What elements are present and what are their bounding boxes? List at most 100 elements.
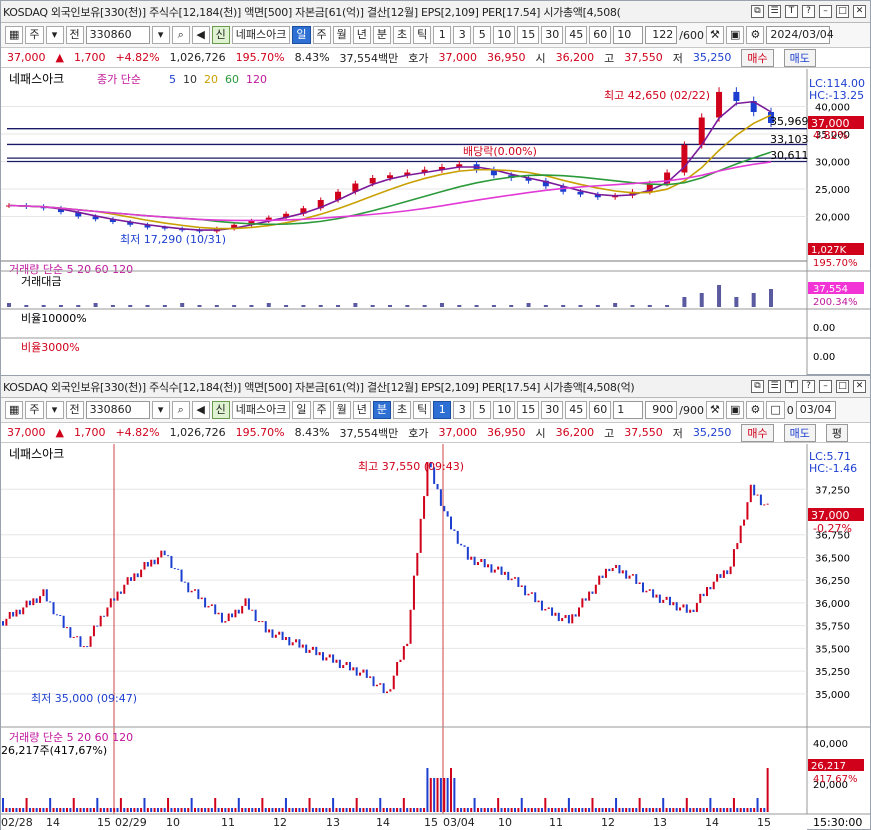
n-10[interactable]: 10 [493,26,516,44]
count-input[interactable]: 122 [645,26,678,44]
minute-chart[interactable]: 37,25036,75036,50036,25036,00035,75035,5… [1,444,870,830]
volume-bar [237,798,240,812]
dropdown-icon[interactable]: ▾ [45,401,64,419]
period-minute[interactable]: 분 [372,26,392,44]
minimize-icon[interactable]: – [819,5,832,18]
period-month[interactable]: 월 [332,401,351,419]
n-5[interactable]: 5 [473,26,492,44]
n-3[interactable]: 3 [453,26,472,44]
copy-icon[interactable]: ⧉ [751,380,764,393]
candle [96,625,99,627]
time-input[interactable]: 03/04 [795,401,836,419]
avg-button[interactable]: 평 [825,423,849,442]
n-1[interactable]: 1 [433,26,452,44]
stock-name[interactable]: 네패스아크 [231,401,291,419]
prev-button[interactable]: 전 [65,26,84,44]
text-icon[interactable]: T [785,5,798,18]
gear-icon[interactable]: ⚙ [746,401,765,419]
period-week[interactable]: 주 [312,401,331,419]
count-input[interactable]: 900 [645,401,678,419]
n-45[interactable]: 45 [565,26,588,44]
period-day[interactable]: 일 [292,401,311,419]
search-icon[interactable]: ⌕ [171,401,190,419]
volume-bar [460,808,463,812]
prev-button[interactable]: 전 [65,401,84,419]
tools-icon[interactable]: ⚒ [705,401,724,419]
candle [759,494,762,506]
n-30[interactable]: 30 [541,26,564,44]
minimize-icon[interactable]: – [819,380,832,393]
tools-icon[interactable]: ⚒ [705,26,724,44]
speaker-icon[interactable]: ◀ [191,26,210,44]
stock-name[interactable]: 네패스아크 [231,26,291,44]
code-dropdown-icon[interactable]: ▾ [151,401,170,419]
n-60[interactable]: 60 [589,401,612,419]
candle [658,594,661,603]
n-5[interactable]: 5 [473,401,492,419]
amount-pct: 200.34% [813,297,858,308]
help-icon[interactable]: ? [802,380,815,393]
candle [268,629,271,633]
period-tick[interactable]: 틱 [413,26,432,44]
period-minute[interactable]: 분 [372,401,392,419]
code-input[interactable]: 330860 [85,26,150,44]
dividend-annotation: 배당락(0.00%) [463,145,537,158]
new-badge[interactable]: 신 [211,26,230,44]
period-tick[interactable]: 틱 [413,401,432,419]
search-icon[interactable]: ⌕ [171,26,190,44]
y-tick-label: 35,000 [815,690,850,701]
daily-chart[interactable]: 40,00035,00030,00025,00020,000 네패스아크 종가 … [1,69,870,375]
buy-button[interactable]: 매수 [741,48,774,67]
period-year[interactable]: 년 [352,401,371,419]
n-10[interactable]: 10 [493,401,516,419]
n-select[interactable]: 1 [613,401,644,419]
date-input[interactable]: 2024/03/04 [766,26,834,44]
candle [450,516,452,530]
y-tick-label: 36,250 [815,576,850,587]
new-badge[interactable]: 신 [211,401,230,419]
help-icon[interactable]: ? [802,5,815,18]
sell-button[interactable]: 매도 [783,48,816,67]
n-1[interactable]: 1 [433,401,452,419]
n-select[interactable]: 10 [613,26,644,44]
n-3[interactable]: 3 [453,401,472,419]
quote-bar: 37,000 ▲ 1,700 +4.82% 1,026,726 195.70% … [1,48,870,68]
period-second[interactable]: 초 [393,26,412,44]
ratio-10000-tick: 0.00 [813,323,835,334]
n-60[interactable]: 60 [589,26,612,44]
market-select[interactable]: 주 [25,401,44,419]
n-30[interactable]: 30 [541,401,564,419]
grid-icon[interactable]: ▦ [5,401,24,419]
n-15[interactable]: 15 [517,26,540,44]
list-icon[interactable]: ☰ [768,5,781,18]
grid-icon[interactable]: ▦ [5,26,24,44]
text-icon[interactable]: T [785,380,798,393]
close-icon[interactable]: ✕ [853,380,866,393]
n-45[interactable]: 45 [565,401,588,419]
maximize-icon[interactable]: □ [836,380,849,393]
gear-icon[interactable]: ⚙ [746,26,765,44]
n-15[interactable]: 15 [517,401,540,419]
list-icon[interactable]: ☰ [768,380,781,393]
code-input[interactable]: 330860 [85,401,150,419]
candle [359,672,362,676]
code-dropdown-icon[interactable]: ▾ [151,26,170,44]
copy-icon[interactable]: ⧉ [751,5,764,18]
market-select[interactable]: 주 [25,26,44,44]
save-icon[interactable]: ▣ [725,26,745,44]
vol-label: 거래량 단순 5 20 60 120 [9,731,133,744]
period-day[interactable]: 일 [292,26,311,44]
buy-button[interactable]: 매수 [741,423,774,442]
checkbox[interactable]: □ [766,401,785,419]
dropdown-icon[interactable]: ▾ [45,26,64,44]
maximize-icon[interactable]: □ [836,5,849,18]
sell-button[interactable]: 매도 [783,423,816,442]
close-icon[interactable]: ✕ [853,5,866,18]
period-week[interactable]: 주 [312,26,331,44]
period-month[interactable]: 월 [332,26,351,44]
speaker-icon[interactable]: ◀ [191,401,210,419]
period-second[interactable]: 초 [393,401,412,419]
period-year[interactable]: 년 [352,26,371,44]
volume-bar [76,808,79,812]
save-icon[interactable]: ▣ [725,401,745,419]
